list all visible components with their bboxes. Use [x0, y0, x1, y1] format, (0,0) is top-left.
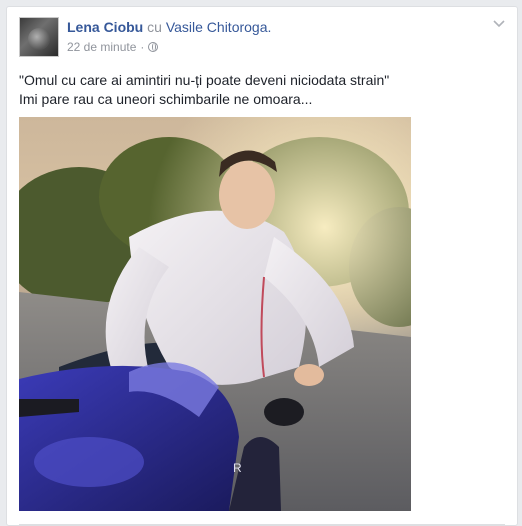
tagged-user-link[interactable]: Vasile Chitoroga.	[166, 19, 272, 35]
post-meta: 22 de minute ·	[67, 39, 159, 55]
post-message-line: Imi pare rau ca uneori schimbarile ne om…	[19, 91, 313, 107]
post-message: "Omul cu care ai amintiri nu-ți poate de…	[19, 71, 509, 109]
post-header: Lena Ciobu cu Vasile Chitoroga.	[67, 18, 271, 36]
post-photo[interactable]: R	[19, 117, 411, 511]
avatar[interactable]	[19, 17, 59, 57]
photo-illustration: R	[19, 117, 411, 511]
post-timestamp[interactable]: 22 de minute	[67, 39, 136, 55]
post-card: Lena Ciobu cu Vasile Chitoroga. 22 de mi…	[6, 6, 518, 526]
svg-text:R: R	[233, 461, 242, 475]
with-label: cu	[147, 19, 162, 35]
globe-icon[interactable]	[148, 42, 159, 52]
chevron-down-icon[interactable]	[493, 19, 505, 29]
divider	[19, 524, 505, 525]
post-message-line: "Omul cu care ai amintiri nu-ți poate de…	[19, 72, 390, 88]
author-name-link[interactable]: Lena Ciobu	[67, 19, 143, 35]
meta-separator: ·	[140, 40, 145, 54]
